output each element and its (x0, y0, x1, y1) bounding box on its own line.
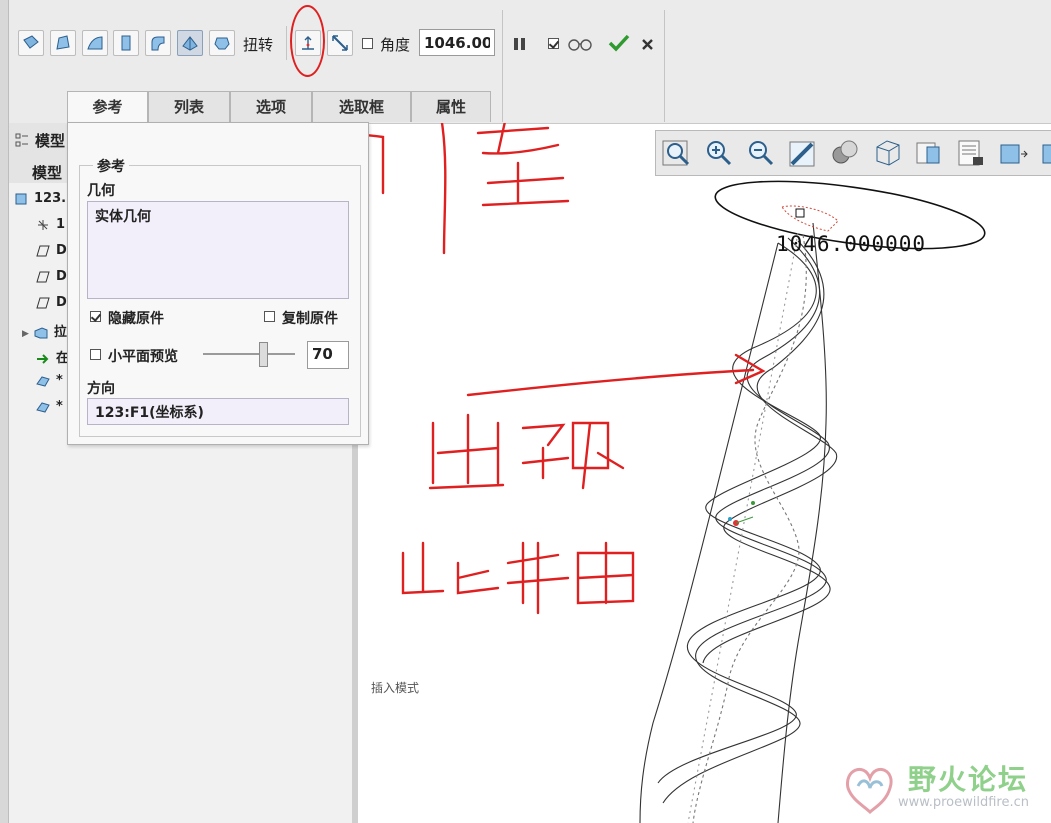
ribbon-divider (664, 10, 665, 122)
shape-tool-7-icon[interactable] (209, 30, 235, 56)
tree-row-label: D (56, 243, 67, 258)
facet-preview-slider-thumb[interactable] (259, 342, 268, 367)
tree-row[interactable]: * (36, 399, 63, 419)
shape-tool-4-icon[interactable] (113, 30, 139, 56)
shape-tool-5-icon[interactable] (145, 30, 171, 56)
watermark-url: www.proewildfire.cn (898, 795, 1029, 810)
tree-row-label: 1 (56, 217, 66, 232)
tree-row[interactable]: 在 (36, 347, 69, 367)
cancel-close-icon[interactable] (641, 38, 654, 55)
flip-direction-tool-icon[interactable] (327, 30, 353, 56)
csys-icon (36, 219, 50, 231)
zoom-in-icon[interactable] (703, 137, 735, 169)
angle-input[interactable] (419, 29, 495, 56)
zoom-fit-icon[interactable] (661, 137, 693, 169)
pause-icon[interactable] (513, 36, 527, 56)
tree-row[interactable]: D (36, 295, 67, 315)
extrude-icon (34, 326, 48, 339)
tab-references[interactable]: 参考 (67, 91, 148, 124)
direction-label: 方向 (87, 381, 115, 397)
tab-properties[interactable]: 属性 (411, 91, 491, 122)
twist-feature-icon (36, 401, 50, 413)
more-view-tools-icon[interactable] (1039, 137, 1051, 169)
insert-mode-status: 插入模式 (371, 681, 420, 695)
tree-row-label: * (56, 373, 63, 388)
tree-row-label: D (56, 295, 67, 310)
window-left-edge (0, 0, 9, 823)
datum-plane-icon (36, 245, 50, 257)
ribbon-divider (502, 10, 503, 122)
part-icon (14, 193, 28, 205)
datum-plane-icon (36, 271, 50, 283)
preview-checkbox[interactable] (548, 38, 559, 49)
annotation-display-icon[interactable] (955, 137, 987, 169)
tree-row-label: 123. (34, 191, 67, 206)
tab-list[interactable]: 列表 (148, 91, 230, 122)
shape-tool-3-icon[interactable] (82, 30, 108, 56)
direction-collector[interactable]: 123:F1(坐标系) (87, 398, 349, 425)
insert-here-arrow-icon (36, 353, 50, 365)
tree-row-label: * (56, 399, 63, 414)
tab-marquee[interactable]: 选取框 (312, 91, 411, 122)
hide-original-checkbox[interactable] (90, 311, 101, 322)
repaint-icon[interactable] (787, 137, 819, 169)
tree-row[interactable]: D (36, 243, 67, 263)
tree-row[interactable]: ▶ 拉 (22, 321, 67, 341)
display-style-icon[interactable] (829, 137, 861, 169)
glasses-preview-icon[interactable] (568, 36, 592, 56)
zoom-out-icon[interactable] (745, 137, 777, 169)
model-tree-header[interactable]: 模型 (35, 130, 65, 151)
tree-row[interactable]: * (36, 373, 63, 393)
shape-tool-2-icon[interactable] (50, 30, 76, 56)
tree-row[interactable]: D (36, 269, 67, 289)
facet-preview-slider[interactable] (203, 353, 295, 355)
expand-arrow-icon[interactable]: ▶ (22, 329, 29, 339)
ribbon-separator (286, 26, 287, 60)
copy-original-label: 复制原件 (282, 311, 338, 327)
view-manager-icon[interactable] (913, 137, 945, 169)
angle-label: 角度 (380, 36, 411, 54)
copy-original-checkbox[interactable] (264, 311, 275, 322)
model-tree-tab-icon[interactable] (15, 132, 29, 152)
hide-original-label: 隐藏原件 (108, 311, 164, 327)
tree-row[interactable]: 1 (36, 217, 65, 237)
tree-row-label: D (56, 269, 67, 284)
twist-angle-dimension[interactable]: 1046.000000 (776, 232, 926, 256)
tree-row-label: 拉 (53, 325, 67, 340)
datum-plane-icon (36, 297, 50, 309)
watermark-title: 野火论坛 (908, 763, 1029, 796)
facet-preview-value-input[interactable]: 70 (307, 341, 349, 369)
geometry-label: 几何 (87, 183, 115, 199)
saved-orientations-icon[interactable] (871, 137, 903, 169)
spin-center-icon[interactable] (997, 137, 1029, 169)
graphics-viewport[interactable] (358, 123, 1051, 823)
angle-checkbox[interactable] (362, 38, 373, 49)
facet-preview-checkbox[interactable] (90, 349, 101, 360)
accept-check-icon[interactable] (608, 33, 630, 57)
watermark-logo-icon (840, 758, 900, 820)
geometry-collector[interactable]: 实体几何 (87, 201, 349, 299)
tree-row[interactable]: 123. (14, 191, 66, 211)
shape-tool-1-icon[interactable] (18, 30, 44, 56)
twist-feature-icon (36, 375, 50, 387)
tab-options[interactable]: 选项 (230, 91, 312, 122)
facet-preview-label: 小平面预览 (108, 349, 178, 365)
model-tree-subheader: 模型 (32, 164, 63, 182)
twist-tool-icon[interactable] (177, 30, 203, 56)
annotation-circle (290, 5, 325, 77)
twist-label: 扭转 (243, 36, 274, 54)
references-group-title: 参考 (93, 156, 129, 176)
